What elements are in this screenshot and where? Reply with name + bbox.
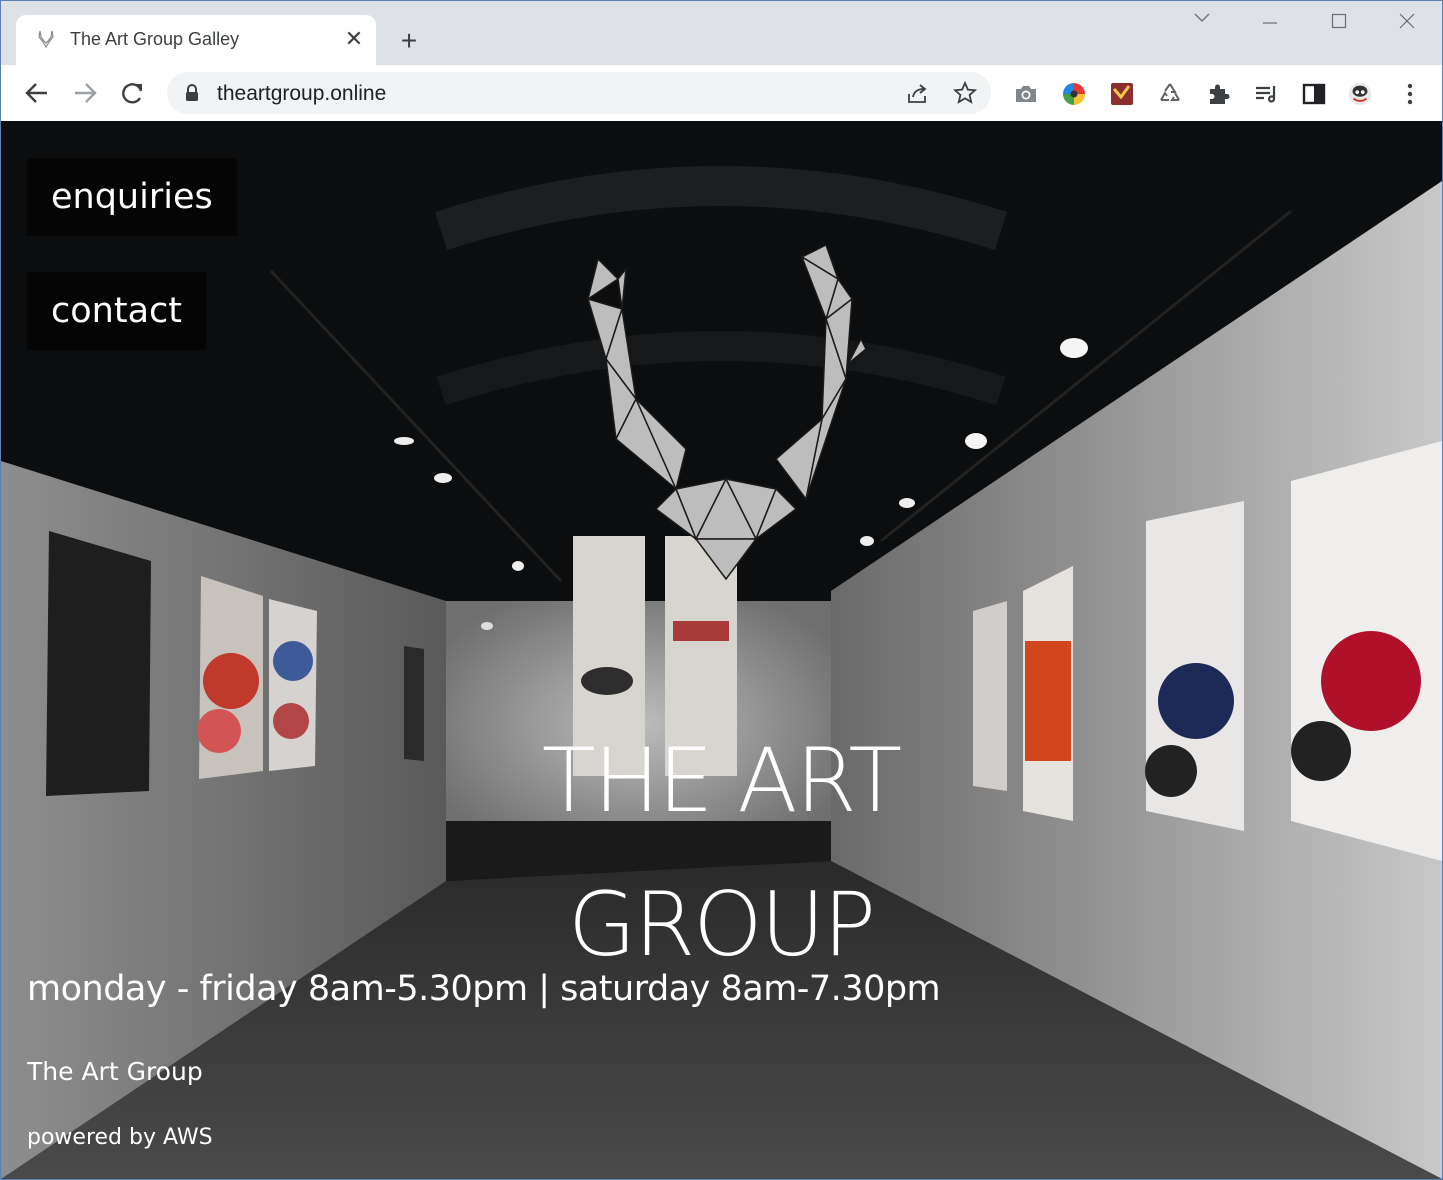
side-panel-icon[interactable]	[1301, 81, 1327, 107]
close-tab-icon[interactable]: ✕	[342, 27, 366, 51]
stag-head-logo	[586, 243, 867, 581]
back-arrow-icon[interactable]	[23, 79, 51, 107]
reload-icon[interactable]	[119, 79, 147, 107]
org-name: The Art Group	[27, 1057, 203, 1086]
profile-avatar-icon[interactable]	[1347, 81, 1373, 107]
maximize-icon[interactable]	[1324, 13, 1354, 39]
browser-toolbar: theartgroup.online 2	[1, 65, 1442, 177]
contact-link[interactable]: contact	[27, 272, 206, 350]
more-menu-icon[interactable]	[1397, 81, 1423, 107]
share-icon[interactable]	[905, 82, 929, 106]
hero-title: THE ART GROUP	[441, 709, 1001, 997]
powered-by-text: powered by AWS	[27, 1125, 213, 1150]
browser-window: The Art Group Galley ✕ + theartgroup.onl…	[0, 0, 1443, 1180]
puzzle-extensions-icon[interactable]	[1205, 81, 1231, 107]
url-text[interactable]: theartgroup.online	[217, 82, 386, 106]
minimize-icon[interactable]	[1255, 13, 1285, 39]
web-page: enquiries contact THE ART GROUP monday -…	[1, 121, 1442, 1179]
forward-arrow-icon[interactable]	[71, 79, 99, 107]
tab-title: The Art Group Galley	[70, 29, 240, 49]
opening-hours: monday - friday 8am-5.30pm | saturday 8a…	[27, 969, 941, 1009]
new-tab-button[interactable]: +	[395, 27, 423, 55]
color-wheel-extension-icon[interactable]	[1061, 81, 1087, 107]
tab-search-chevron-icon[interactable]	[1187, 13, 1217, 39]
bookmark-star-icon[interactable]	[953, 81, 977, 105]
antler-favicon-icon	[38, 30, 54, 49]
recycle-extension-icon[interactable]	[1157, 81, 1183, 107]
enquiries-link[interactable]: enquiries	[27, 158, 237, 236]
reading-list-icon[interactable]	[1253, 81, 1279, 107]
tab-strip: The Art Group Galley ✕ +	[1, 1, 1442, 67]
lock-icon[interactable]	[185, 84, 199, 102]
address-bar[interactable]: theartgroup.online	[167, 72, 991, 114]
hero-title-line-1: THE ART	[541, 729, 902, 832]
tab-the-art-group[interactable]: The Art Group Galley ✕	[16, 15, 376, 67]
tagged-extension-icon[interactable]	[1109, 81, 1135, 107]
camera-extension-icon[interactable]	[1013, 81, 1039, 107]
close-window-icon[interactable]	[1392, 13, 1422, 39]
